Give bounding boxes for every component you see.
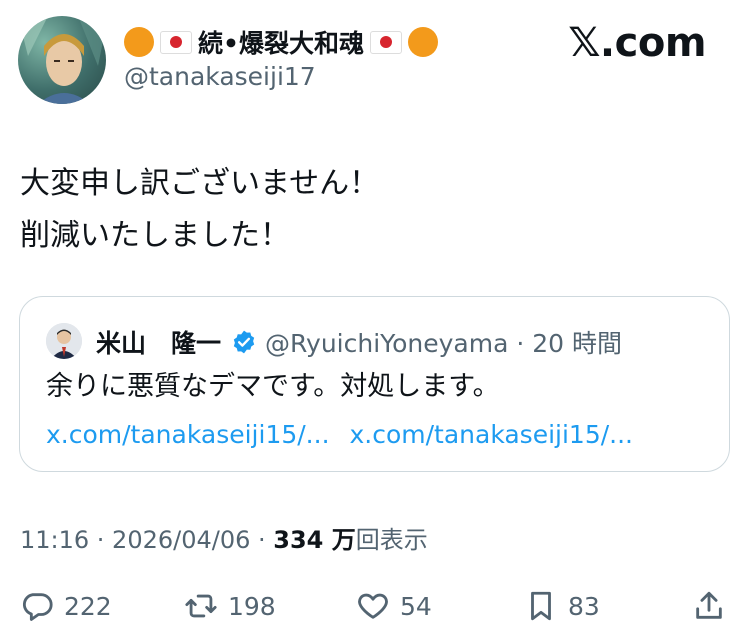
share-button[interactable] — [692, 586, 726, 626]
quoted-text: 余りに悪質なデマです。対処します。 — [46, 371, 500, 402]
quoted-link[interactable]: x.com/tanakaseiji15/... — [46, 420, 330, 449]
heart-icon — [358, 593, 388, 619]
tweet-timestamp[interactable]: 11:16 · 2026/04/06 · — [20, 526, 273, 554]
repost-icon — [185, 594, 217, 618]
quoted-links: x.com/tanakaseiji15/... x.com/tanakaseij… — [46, 415, 645, 455]
bookmark-count: 83 — [568, 591, 600, 621]
japan-flag-icon — [369, 30, 402, 54]
like-button[interactable]: 54 — [356, 586, 432, 626]
action-bar: 222 198 54 83 — [20, 586, 732, 626]
quoted-link[interactable]: x.com/tanakaseiji15/... — [349, 420, 633, 449]
tweet-line: 大変申し訳ございません！ — [20, 166, 380, 201]
quoted-tweet-card[interactable]: 米山 隆一 @RyuichiYoneyama · 20 時間 余りに悪質なデマで… — [19, 296, 730, 472]
bookmark-button[interactable]: 83 — [524, 586, 600, 626]
author-handle[interactable]: @tanakaseiji17 — [124, 62, 316, 91]
author-name-text: 続•爆裂大和魂 — [198, 29, 364, 58]
quoted-header: 米山 隆一 @RyuichiYoneyama · 20 時間 — [96, 325, 622, 359]
share-icon — [696, 591, 722, 619]
repost-count: 198 — [228, 591, 276, 621]
quoted-handle-time: @RyuichiYoneyama · 20 時間 — [265, 329, 622, 358]
tweet-meta: 11:16 · 2026/04/06 · 334 万回表示 — [20, 520, 428, 555]
like-count: 54 — [400, 591, 432, 621]
author-avatar[interactable] — [18, 16, 106, 104]
quoted-author-name[interactable]: 米山 隆一 — [96, 324, 221, 360]
japan-flag-icon — [160, 30, 192, 54]
verified-badge-icon — [233, 330, 255, 354]
repost-button[interactable]: 198 — [184, 586, 276, 626]
reply-button[interactable]: 222 — [20, 586, 112, 626]
tweet-line: 削減いたしました！ — [20, 218, 290, 253]
view-count: 334 万 — [273, 526, 356, 554]
bookmark-icon — [531, 591, 551, 621]
author-display-name[interactable]: 続•爆裂大和魂 — [124, 24, 438, 60]
x-logo: 𝕏.com — [568, 20, 706, 66]
reply-icon — [22, 593, 53, 621]
tweet-text: 大変申し訳ございません！ 削減いたしました！ — [20, 158, 730, 262]
quoted-author-avatar[interactable] — [46, 323, 82, 359]
reply-count: 222 — [64, 591, 112, 621]
orange-circle-icon — [124, 27, 154, 57]
orange-circle-icon — [407, 27, 438, 57]
view-label: 回表示 — [355, 526, 428, 554]
